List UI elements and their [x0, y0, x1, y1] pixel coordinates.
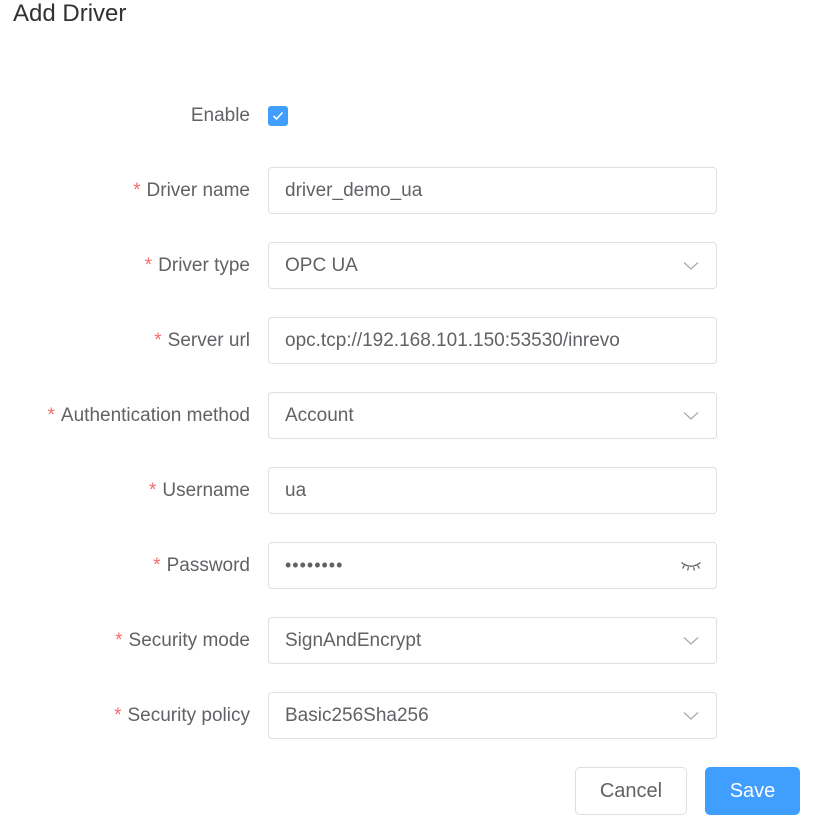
- username-label: * Username: [148, 480, 250, 501]
- driver-type-value: OPC UA: [285, 255, 358, 276]
- password-label: * Password: [153, 555, 250, 576]
- driver-name-input[interactable]: driver_demo_ua: [268, 167, 717, 214]
- driver-name-value: driver_demo_ua: [285, 180, 423, 201]
- password-value: ••••••••: [285, 555, 344, 575]
- auth-method-select[interactable]: Account: [268, 392, 717, 439]
- auth-method-value: Account: [285, 405, 354, 426]
- form-row-security-policy: * Security policy Basic256Sha256: [0, 692, 816, 740]
- form-row-driver-name: * Driver name driver_demo_ua: [0, 167, 816, 215]
- auth-method-label: * Authentication method: [47, 405, 250, 426]
- check-icon: [272, 111, 284, 121]
- chevron-down-icon: [680, 693, 702, 738]
- form-row-server-url: * Server url opc.tcp://192.168.101.150:53…: [0, 317, 816, 365]
- save-button[interactable]: Save: [705, 767, 800, 815]
- server-url-input[interactable]: opc.tcp://192.168.101.150:53530/inrevo: [268, 317, 717, 364]
- driver-name-label: * Driver name: [133, 180, 250, 201]
- username-input[interactable]: ua: [268, 467, 717, 514]
- server-url-label: * Server url: [154, 330, 250, 351]
- security-policy-value: Basic256Sha256: [285, 705, 429, 726]
- form-row-auth-method: * Authentication method Account: [0, 392, 816, 440]
- driver-type-select[interactable]: OPC UA: [268, 242, 717, 289]
- enable-label: Enable: [190, 105, 250, 126]
- security-mode-value: SignAndEncrypt: [285, 630, 422, 651]
- security-policy-label: * Security policy: [114, 705, 250, 726]
- form-row-enable: Enable: [0, 92, 816, 140]
- chevron-down-icon: [680, 618, 702, 663]
- eye-closed-icon[interactable]: [680, 543, 702, 588]
- form-row-driver-type: * Driver type OPC UA: [0, 242, 816, 290]
- username-value: ua: [285, 480, 307, 501]
- enable-checkbox[interactable]: [268, 106, 288, 126]
- form-row-security-mode: * Security mode SignAndEncrypt: [0, 617, 816, 665]
- server-url-value: opc.tcp://192.168.101.150:53530/inrevo: [285, 330, 620, 351]
- security-mode-select[interactable]: SignAndEncrypt: [268, 617, 717, 664]
- form-row-username: * Username ua: [0, 467, 816, 515]
- security-policy-select[interactable]: Basic256Sha256: [268, 692, 717, 739]
- password-input[interactable]: ••••••••: [268, 542, 717, 589]
- dialog-title: Add Driver: [13, 0, 127, 27]
- chevron-down-icon: [680, 243, 702, 288]
- form-row-password: * Password ••••••••: [0, 542, 816, 590]
- chevron-down-icon: [680, 393, 702, 438]
- driver-type-label: * Driver type: [144, 255, 250, 276]
- cancel-button[interactable]: Cancel: [575, 767, 687, 815]
- security-mode-label: * Security mode: [115, 630, 250, 651]
